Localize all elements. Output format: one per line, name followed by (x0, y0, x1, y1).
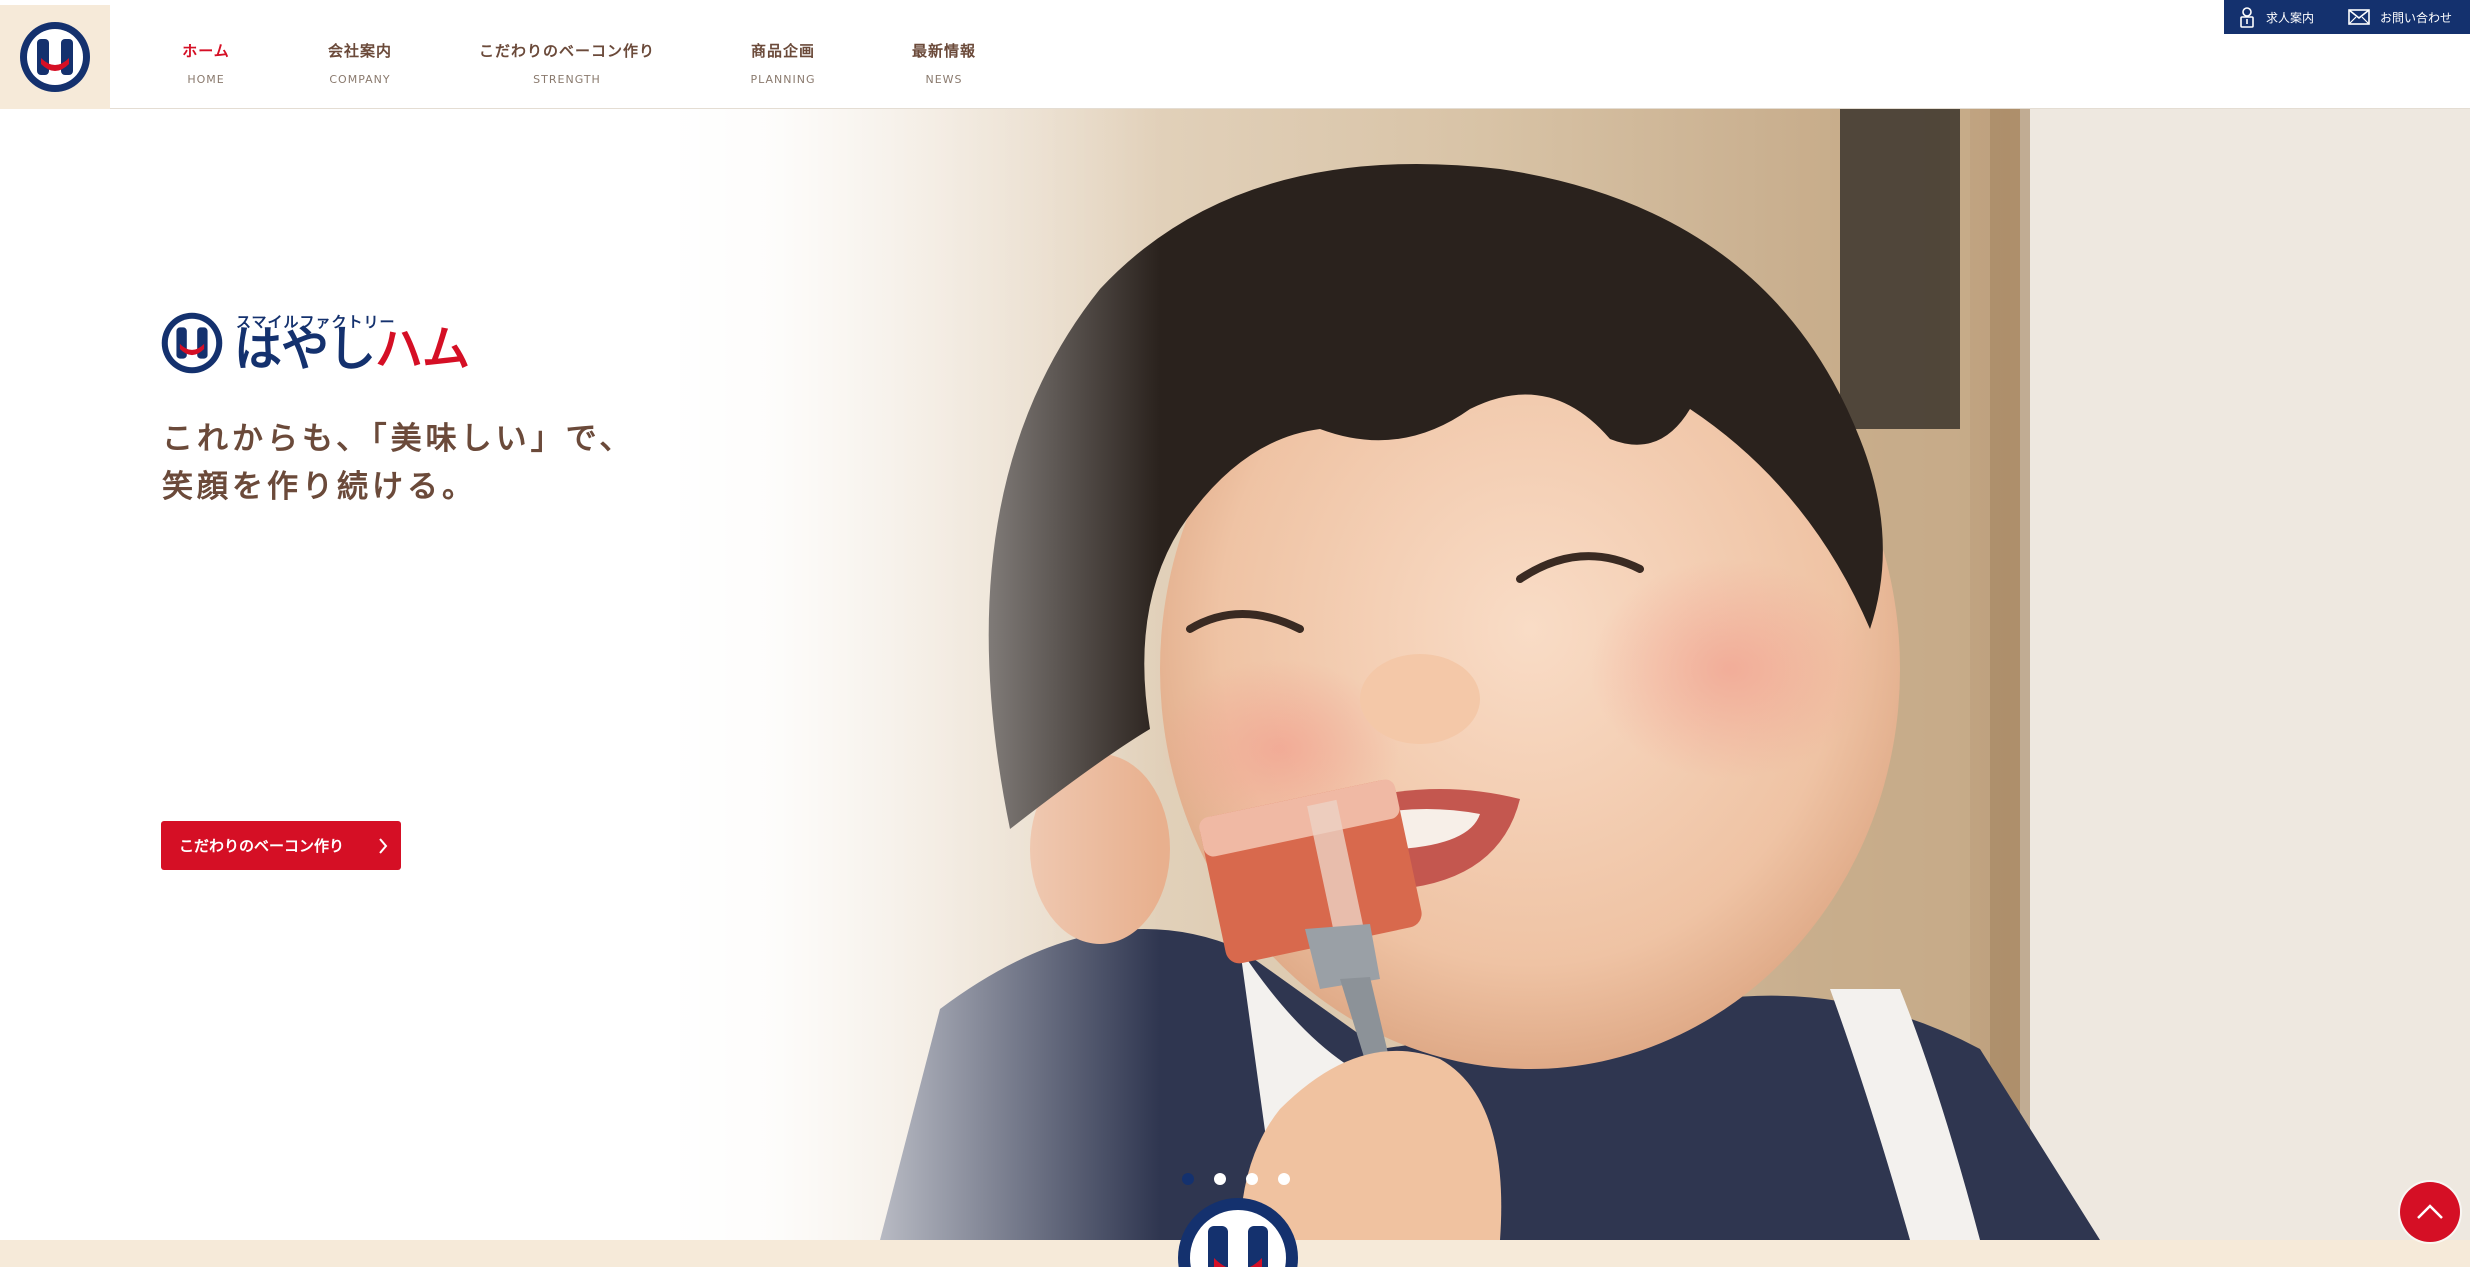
hayashi-ham-logo-icon (20, 22, 90, 92)
slider-dots (1182, 1173, 1310, 1185)
tagline-line-1: これからも、「美味しい」で、 (162, 421, 635, 457)
slider-dot-3[interactable] (1246, 1173, 1258, 1185)
person-badge-icon (2240, 7, 2254, 28)
hayashi-ham-logo-icon (161, 312, 223, 374)
brand-name-blue: はやし (234, 321, 376, 377)
nav-label: 商品企画 (750, 42, 815, 60)
chevron-up-icon (2417, 1204, 2443, 1219)
contact-label: お問い合わせ (2380, 10, 2453, 25)
back-to-top-button[interactable] (2400, 1182, 2460, 1242)
nav-item-home[interactable]: ホーム HOME (150, 40, 262, 86)
hero-photo-fade (640, 109, 1160, 1240)
nav-sublabel: STRENGTH (533, 73, 601, 86)
envelope-icon (2348, 9, 2370, 25)
recruit-link[interactable]: 求人案内 (2238, 6, 2314, 28)
tagline-line-2: 笑顔を作り続ける。 (162, 469, 477, 505)
nav-label: 会社案内 (327, 42, 392, 60)
cta-label: こだわりのベーコン作り (179, 837, 345, 855)
nav-sublabel: PLANNING (750, 73, 816, 86)
utility-bar: 求人案内 お問い合わせ (2224, 0, 2470, 34)
nav-sublabel: HOME (187, 73, 225, 86)
chevron-right-icon (379, 838, 388, 854)
nav-sublabel: COMPANY (329, 73, 391, 86)
nav-item-planning[interactable]: 商品企画 PLANNING (727, 40, 839, 86)
site-logo[interactable] (0, 5, 110, 109)
recruit-label: 求人案内 (2266, 10, 2315, 25)
slider-dot-1[interactable] (1182, 1173, 1194, 1185)
nav-item-company[interactable]: 会社案内 COMPANY (304, 40, 416, 86)
nav-label: 最新情報 (911, 42, 976, 60)
hero-tagline: これからも、「美味しい」で、 笑顔を作り続ける。 (162, 415, 634, 511)
nav-label: こだわりのベーコン作り (478, 42, 655, 60)
contact-link[interactable]: お問い合わせ (2348, 9, 2452, 26)
brand-logo: スマイルファクトリー はやしハム (160, 311, 470, 379)
nav-item-news[interactable]: 最新情報 NEWS (888, 40, 1000, 86)
brand-name: はやしハム (234, 325, 470, 373)
nav-sublabel: NEWS (925, 73, 963, 86)
brand-name-red: ハム (375, 321, 470, 377)
strength-cta-button[interactable]: こだわりのベーコン作り (161, 821, 401, 870)
slider-dot-4[interactable] (1278, 1173, 1290, 1185)
hayashi-ham-logo-icon (1178, 1198, 1298, 1267)
site-header: ホーム HOME 会社案内 COMPANY こだわりのベーコン作り STRENG… (0, 0, 2470, 109)
slider-dot-2[interactable] (1214, 1173, 1226, 1185)
hero-slider: スマイルファクトリー はやしハム これからも、「美味しい」で、 笑顔を作り続ける… (0, 109, 2470, 1240)
nav-label: ホーム (182, 42, 230, 60)
nav-item-strength[interactable]: こだわりのベーコン作り STRENGTH (472, 40, 662, 86)
